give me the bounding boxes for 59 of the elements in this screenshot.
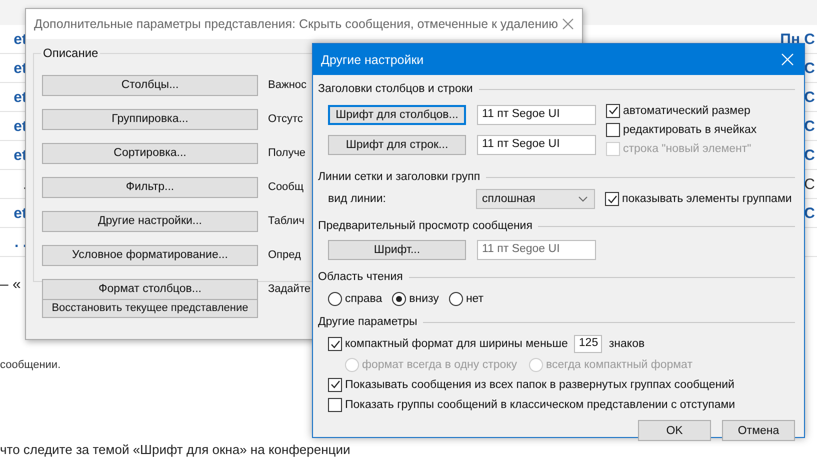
checkbox[interactable] bbox=[606, 122, 620, 136]
checkbox-label: показывать элементы группами bbox=[622, 193, 792, 205]
font-button[interactable]: Шрифт для строк... bbox=[328, 135, 466, 155]
unit-label: знаков bbox=[608, 338, 645, 350]
group-label: Описание bbox=[41, 46, 100, 60]
body-text: что следите за темой «Шрифт для окна» на конференции bbox=[0, 442, 350, 457]
chevron-down-icon bbox=[578, 196, 588, 202]
dialog-button[interactable]: Отмена bbox=[722, 420, 795, 441]
section-label: Заголовки столбцов и строки bbox=[318, 83, 473, 95]
setting-description: Задайте bbox=[268, 283, 310, 295]
setting-description: Опред bbox=[268, 249, 301, 261]
font-field[interactable]: 11 пт Segoe UI bbox=[477, 105, 596, 125]
message-date: С bbox=[804, 88, 816, 106]
setting-description: Получе bbox=[268, 147, 306, 159]
settings-button[interactable]: Другие настройки... bbox=[42, 210, 258, 232]
settings-button[interactable]: Условное форматирование... bbox=[42, 244, 258, 266]
message-date: С bbox=[804, 176, 816, 192]
settings-button[interactable]: Сортировка... bbox=[42, 142, 258, 164]
section-label: Область чтения bbox=[318, 271, 403, 283]
body-text: – « bbox=[0, 276, 21, 293]
font-field[interactable]: 11 пт Segoe UI bbox=[477, 135, 596, 155]
message-date: С bbox=[804, 204, 816, 222]
message-date: С bbox=[804, 60, 816, 76]
setting-description: Отсутс bbox=[268, 113, 303, 125]
checkbox-label: компактный формат для ширины меньше bbox=[345, 338, 568, 350]
checkbox[interactable] bbox=[328, 337, 342, 351]
section-label: Другие параметры bbox=[318, 316, 418, 328]
setting-description: Важнос bbox=[268, 79, 307, 91]
checkbox-label: редактировать в ячейках bbox=[623, 124, 757, 136]
radio-button[interactable]: справа bbox=[328, 290, 382, 307]
line-style-dropdown[interactable]: сплошная bbox=[476, 189, 595, 209]
section-label: Линии сетки и заголовки групп bbox=[318, 171, 480, 183]
width-field[interactable]: 125 bbox=[574, 335, 602, 353]
checkbox[interactable] bbox=[328, 378, 342, 392]
checkbox[interactable] bbox=[328, 398, 342, 412]
checkbox[interactable] bbox=[605, 192, 619, 206]
setting-description: Таблич bbox=[268, 215, 304, 227]
line-style-label: вид линии: bbox=[328, 193, 387, 205]
font-button[interactable]: Шрифт для столбцов... bbox=[328, 105, 466, 125]
body-text: сообщении. bbox=[0, 359, 61, 371]
checkbox-label: строка "новый элемент" bbox=[623, 142, 752, 154]
message-date: С bbox=[804, 146, 816, 164]
settings-button[interactable]: Фильтр... bbox=[42, 176, 258, 198]
close-icon[interactable] bbox=[562, 18, 574, 30]
settings-button[interactable]: Столбцы... bbox=[42, 74, 258, 96]
checkbox-label: Показывать сообщения из всех папок в развернутых группах сообщений bbox=[345, 378, 734, 390]
settings-button[interactable]: Формат столбцов... bbox=[42, 278, 258, 300]
radio-button[interactable]: нет bbox=[448, 290, 484, 307]
window-title: Дополнительные параметры представления: Скрыть сообщения, отмеченные к удалению bbox=[34, 17, 558, 31]
settings-button[interactable]: Группировка... bbox=[42, 108, 258, 130]
checkbox-label: Показать группы сообщений в классическом представлении с отступами bbox=[345, 398, 736, 410]
checkbox[interactable] bbox=[606, 104, 620, 118]
radio-button[interactable]: внизу bbox=[392, 290, 439, 307]
section-label: Предварительный просмотр сообщения bbox=[318, 220, 532, 232]
checkbox-label: автоматический размер bbox=[623, 104, 750, 116]
window-title: Другие настройки bbox=[321, 52, 424, 66]
dialog-button[interactable]: OK bbox=[638, 420, 711, 441]
setting-description: Сообщ bbox=[268, 181, 304, 193]
message-date: С bbox=[804, 118, 816, 134]
